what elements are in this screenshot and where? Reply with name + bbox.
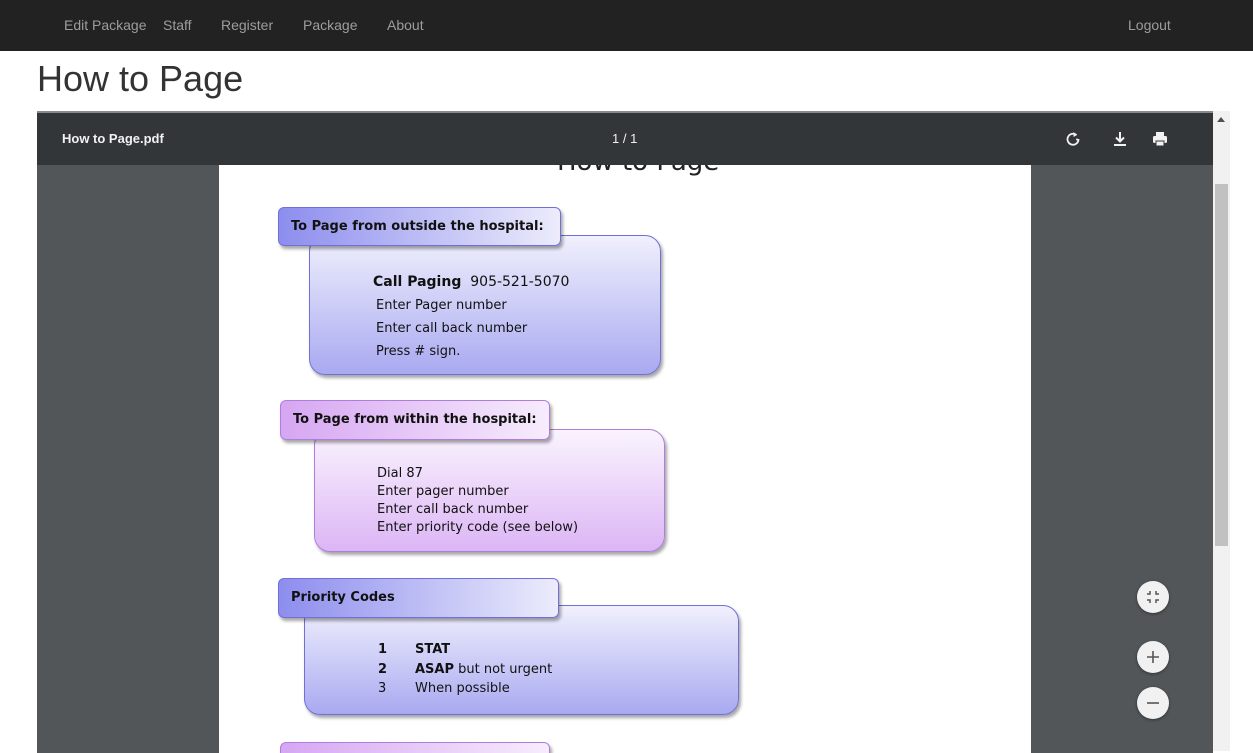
list-item: Enter call back number xyxy=(376,321,528,336)
priority-codes-tab: Priority Codes xyxy=(278,578,559,618)
vertical-scrollbar[interactable] xyxy=(1213,111,1230,751)
list-item: Enter call back number xyxy=(377,502,529,517)
priority-code-label: ASAP xyxy=(415,662,455,677)
rotate-icon[interactable] xyxy=(1063,129,1083,149)
priority-code-label: STAT xyxy=(415,642,451,657)
nav-staff[interactable]: Staff xyxy=(163,17,192,33)
priority-code-row: 3 When possible xyxy=(378,681,510,696)
next-section-tab xyxy=(280,742,550,753)
top-navbar: Edit Package Staff Register Package Abou… xyxy=(0,0,1253,51)
scroll-up-arrow-icon[interactable] xyxy=(1217,117,1225,122)
nav-about[interactable]: About xyxy=(387,17,424,33)
print-icon[interactable] xyxy=(1150,129,1170,149)
zoom-in-icon[interactable] xyxy=(1137,641,1169,673)
nav-register[interactable]: Register xyxy=(221,17,273,33)
nav-package[interactable]: Package xyxy=(303,17,357,33)
nav-logout[interactable]: Logout xyxy=(1128,17,1171,33)
priority-code-number: 3 xyxy=(378,681,387,696)
list-item: Enter priority code (see below) xyxy=(377,520,579,535)
list-item: Dial 87 xyxy=(377,466,423,481)
priority-code-row: 1 STAT xyxy=(378,642,450,657)
call-paging-label: Call Paging xyxy=(373,274,462,290)
outside-hospital-tab: To Page from outside the hospital: xyxy=(278,207,561,246)
pdf-page: How to Page Call Paging 905-521-5070 Ent… xyxy=(219,165,1031,753)
page-title: How to Page xyxy=(37,58,244,99)
zoom-out-icon[interactable] xyxy=(1137,687,1169,719)
list-item: Enter Pager number xyxy=(376,298,507,313)
fit-page-icon[interactable] xyxy=(1137,581,1169,613)
outside-hospital-box: Call Paging 905-521-5070 Enter Pager num… xyxy=(309,235,661,375)
call-paging-number: 905-521-5070 xyxy=(470,274,570,290)
priority-code-text: When possible xyxy=(415,681,510,696)
within-hospital-tab: To Page from within the hospital: xyxy=(280,400,550,440)
nav-edit-package[interactable]: Edit Package xyxy=(64,17,147,33)
list-item: Press # sign. xyxy=(376,344,461,359)
scroll-thumb[interactable] xyxy=(1215,184,1228,546)
pdf-filename: How to Page.pdf xyxy=(62,131,164,146)
within-hospital-box: Dial 87 Enter pager number Enter call ba… xyxy=(314,429,665,552)
priority-code-row: 2 ASAP but not urgent xyxy=(378,662,552,677)
list-item: Enter pager number xyxy=(377,484,509,499)
pdf-viewer: How to Page.pdf 1 / 1 How to Page xyxy=(37,111,1213,753)
priority-code-number: 1 xyxy=(378,642,388,657)
page-counter: 1 / 1 xyxy=(612,131,638,146)
call-paging-line: Call Paging 905-521-5070 xyxy=(373,274,569,290)
priority-code-text: but not urgent xyxy=(454,662,553,677)
document-heading: How to Page xyxy=(557,165,719,177)
priority-codes-box: 1 STAT 2 ASAP but not urgent 3 When poss… xyxy=(304,605,739,715)
priority-code-number: 2 xyxy=(378,662,388,677)
download-icon[interactable] xyxy=(1110,129,1130,149)
pdf-toolbar: How to Page.pdf 1 / 1 xyxy=(37,113,1213,165)
